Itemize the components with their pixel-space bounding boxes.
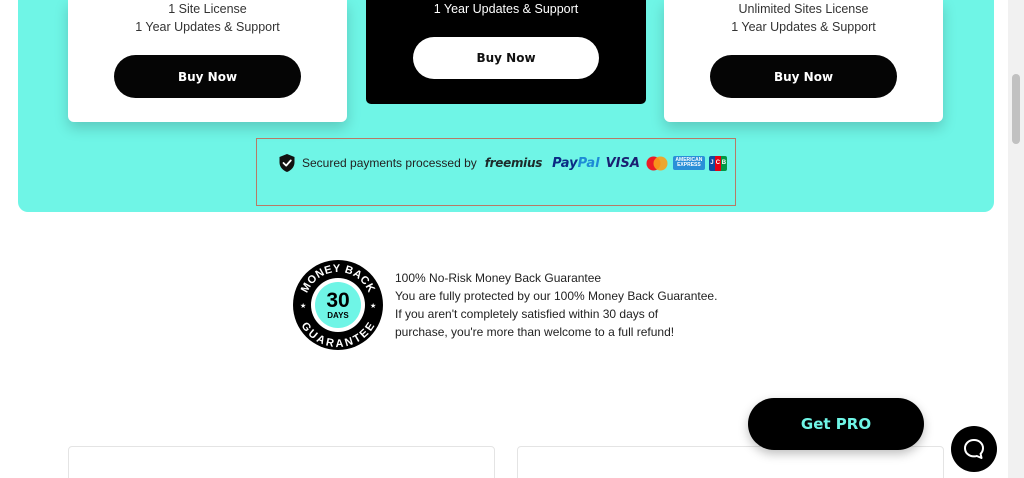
freemius-logo: freemius [484,156,543,170]
guarantee-line: If you aren't completely satisfied withi… [395,307,659,321]
badge-unit: DAYS [327,311,349,320]
guarantee-text-block: 100% No-Risk Money Back Guarantee You ar… [395,269,735,341]
page-scrollbar[interactable] [1008,0,1024,478]
guarantee-line: You are fully protected by our 100% Mone… [395,289,718,303]
license-label: 1 Site License [168,2,247,16]
get-pro-button[interactable]: Get PRO [748,398,924,450]
license-label: Unlimited Sites License [738,2,869,16]
updates-support-label: 1 Year Updates & Support [135,20,280,34]
chat-widget-button[interactable] [951,426,997,472]
secure-payments-row: Secured payments processed by freemius P… [279,153,727,173]
buy-now-button[interactable]: Buy Now [710,55,897,98]
updates-support-label: 1 Year Updates & Support [731,20,876,34]
pricing-card-featured: 1 Year Updates & Support Buy Now [366,0,646,104]
pricing-card-unlimited: Unlimited Sites License 1 Year Updates &… [664,0,943,122]
pricing-card-single-site: 1 Site License 1 Year Updates & Support … [68,0,347,122]
scrollbar-thumb[interactable] [1012,74,1020,144]
paypal-logo: PayPal [552,155,600,171]
amex-icon: AMERICAN EXPRESS [672,156,705,170]
visa-logo: VISA [605,155,640,171]
updates-support-label: 1 Year Updates & Support [433,2,579,16]
badge-number: 30 [326,289,349,312]
money-back-guarantee-badge-icon: MONEY BACK GUARANTEE ★ ★ 30 DAYS [293,260,383,350]
buy-now-button[interactable]: Buy Now [413,37,599,79]
chat-bubble-icon [964,439,984,459]
secure-payments-box: Secured payments processed by freemius P… [256,138,736,206]
secure-payments-text: Secured payments processed by [302,156,477,170]
guarantee-line: purchase, you're more than welcome to a … [395,325,675,339]
svg-text:★: ★ [300,302,306,310]
svg-text:★: ★ [370,302,376,310]
buy-now-button[interactable]: Buy Now [114,55,301,98]
testimonial-card [68,446,495,478]
guarantee-title: 100% No-Risk Money Back Guarantee [395,271,602,285]
testimonial-card [517,446,944,478]
mastercard-icon [646,156,668,170]
jcb-icon: JCB [708,155,727,171]
shield-check-icon [279,154,295,172]
